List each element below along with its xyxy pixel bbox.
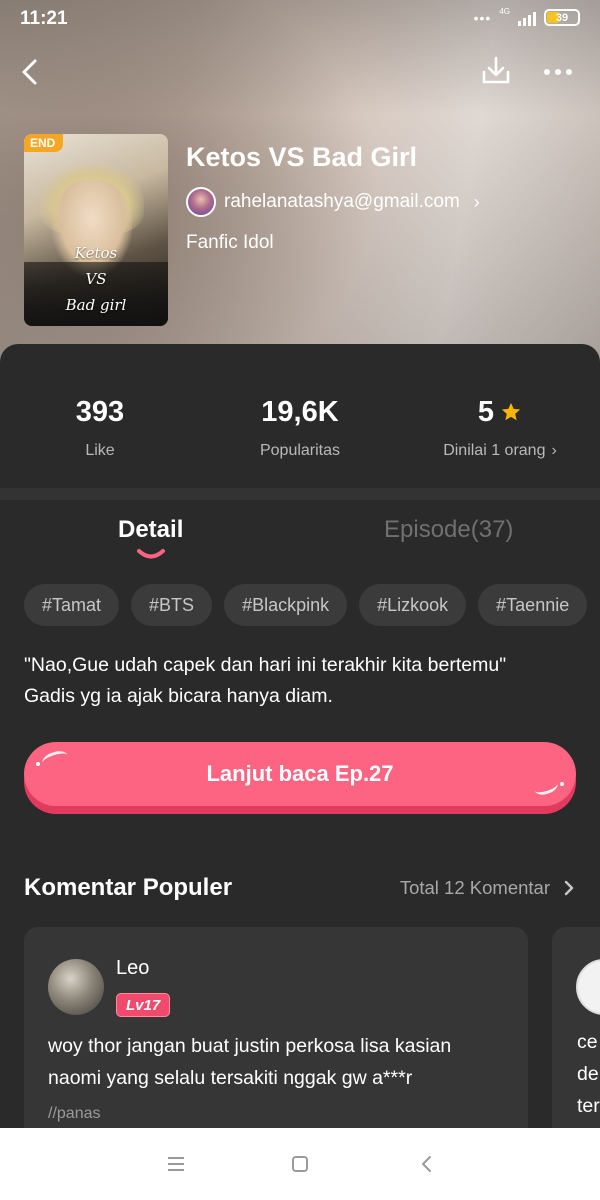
synopsis: "Nao,Gue udah capek dan hari ini terakhi…: [24, 650, 584, 712]
comment-text: woy thor jangan buat justin perkosa lisa…: [48, 1035, 452, 1089]
avatar: [48, 959, 104, 1015]
more-icon: [544, 69, 550, 75]
comment-author: Leo: [116, 957, 150, 979]
book-category: Fanfic Idol: [186, 232, 274, 253]
home-icon: [292, 1156, 308, 1172]
stat-popularity-value: 19,6K: [261, 395, 339, 428]
stat-popularity-label: Popularitas: [259, 442, 341, 459]
tag-chip[interactable]: #Tamat: [24, 584, 120, 626]
download-button[interactable]: [476, 50, 516, 90]
chevron-right-icon: [564, 880, 574, 896]
tab-indicator: [137, 549, 165, 559]
tag-chip[interactable]: #Taennie: [478, 584, 588, 626]
stat-like-value: 393: [75, 395, 125, 428]
stat-rating-value-row: 5: [400, 392, 600, 432]
menu-button[interactable]: [156, 1148, 196, 1180]
notification-dots-icon: •••: [473, 9, 492, 26]
tag-list: #Tamat #BTS #Blackpink #Lizkook #Taennie: [24, 584, 588, 626]
synopsis-line: Gadis yg ia ajak bicara hanya diam.: [24, 685, 333, 707]
author-avatar: [186, 187, 216, 217]
comment-card[interactable]: Leo Lv17 woy thor jangan buat justin per…: [24, 927, 528, 1157]
status-indicators: ••• 4G 39: [473, 7, 580, 26]
battery-level: 39: [555, 11, 569, 24]
more-button[interactable]: [536, 52, 580, 92]
status-bar: 11:21 ••• 4G 39: [0, 0, 600, 38]
continue-reading-button[interactable]: Lanjut baca Ep.27: [24, 742, 576, 814]
system-nav-bar: [0, 1128, 600, 1200]
end-badge: END: [24, 134, 64, 152]
signal-icon: [518, 10, 536, 26]
tag-chip[interactable]: #Lizkook: [359, 584, 467, 626]
network-label: 4G: [499, 7, 510, 16]
divider: [0, 488, 600, 500]
comment-tag: //panas: [48, 1105, 101, 1122]
comment-text: de: [577, 1063, 599, 1085]
book-title: Ketos VS Bad Girl: [186, 142, 418, 172]
author-link[interactable]: rahelanatashya@gmail.com ›: [186, 187, 480, 217]
back-icon: [22, 59, 37, 85]
cover-title: Ketos VS Bad girl: [65, 244, 127, 314]
synopsis-line: "Nao,Gue udah capek dan hari ini terakhi…: [24, 654, 507, 676]
author-name: rahelanatashya@gmail.com: [224, 191, 460, 212]
all-comments-link[interactable]: Total 12 Komentar: [400, 877, 574, 899]
tag-chip[interactable]: #BTS: [131, 584, 213, 626]
comments-section-title: Komentar Populer: [24, 874, 233, 901]
stat-rating[interactable]: 5 Dinilai 1 orang ›: [400, 392, 600, 460]
star-icon: [501, 402, 521, 421]
nav-back-icon: [422, 1156, 431, 1172]
comment-text: ce: [577, 1031, 598, 1053]
continue-reading-label: Lanjut baca Ep.27: [206, 761, 394, 786]
home-button[interactable]: [280, 1148, 320, 1180]
chevron-right-icon: ›: [551, 442, 557, 459]
stat-rating-value: 5: [477, 395, 495, 428]
tab-detail[interactable]: Detail: [118, 516, 183, 544]
stat-rating-label-row: Dinilai 1 orang ›: [400, 442, 600, 460]
chevron-right-icon: ›: [473, 191, 480, 212]
back-button[interactable]: [10, 52, 50, 92]
system-back-button[interactable]: [406, 1148, 446, 1180]
stats-row: 393 Like 19,6K Popularitas 5 Dinilai 1 o…: [0, 392, 600, 472]
menu-icon: [168, 1157, 184, 1171]
book-cover: END Ketos VS Bad girl: [24, 134, 168, 326]
avatar: [576, 959, 600, 1015]
tab-episode[interactable]: Episode(37): [384, 516, 513, 544]
stat-popularity: 19,6K Popularitas: [200, 392, 400, 460]
status-time: 11:21: [20, 8, 68, 29]
tag-chip[interactable]: #Blackpink: [224, 584, 348, 626]
stat-rating-label: Dinilai 1 orang: [443, 442, 546, 459]
stat-like-label: Like: [85, 442, 115, 459]
battery-icon: 39: [544, 9, 580, 26]
level-badge: Lv17: [116, 993, 171, 1017]
comments-total: Total 12 Komentar: [399, 877, 550, 898]
detail-panel: 393 Like 19,6K Popularitas 5 Dinilai 1 o…: [0, 344, 600, 1200]
comment-text: ter: [577, 1095, 600, 1117]
comment-card[interactable]: ce de ter: [552, 927, 600, 1157]
stat-like: 393 Like: [0, 392, 200, 460]
download-icon: [482, 56, 510, 84]
